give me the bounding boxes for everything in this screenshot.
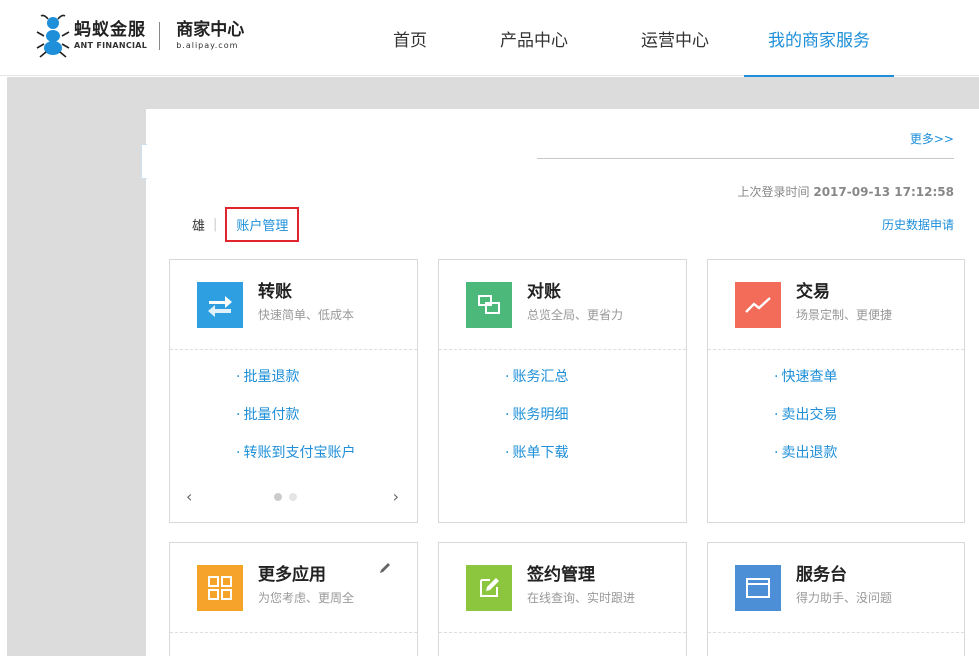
card-divider [439,632,686,633]
link-dot: · [774,369,779,385]
link-label: 卖出交易 [781,407,838,423]
logo-cn: 蚂蚁金服 [74,20,146,40]
link-batch-pay[interactable]: · 批量付款 [236,406,355,424]
card-service-desk: 服务台 得力助手、没问题 [707,542,965,656]
nav-home[interactable]: 首页 [390,0,430,76]
nav-product-center[interactable]: 产品中心 [494,0,574,76]
account-management-link[interactable]: 账户管理 [225,207,300,242]
user-row: 雄 | 账户管理 [192,207,300,242]
link-dot: · [774,445,779,461]
link-transfer-to-alipay[interactable]: · 转账到支付宝账户 [236,444,355,462]
link-sale-transactions[interactable]: · 卖出交易 [774,406,837,424]
card-title[interactable]: 签约管理 [527,565,635,585]
pencil-icon[interactable] [378,561,392,575]
nav-operation-center[interactable]: 运营中心 [635,0,715,76]
link-account-details[interactable]: · 账务明细 [505,406,568,424]
logo[interactable]: 蚂蚁金服 ANT FINANCIAL 商家中心 b.alipay.com [36,10,244,62]
card-subtitle: 快速简单、低成本 [258,308,355,322]
user-separator: | [213,217,218,232]
brand-cn: 商家中心 [176,20,245,40]
link-dot: · [236,407,241,423]
link-quick-order-query[interactable]: · 快速查单 [774,368,837,386]
history-data-request-link[interactable]: 历史数据申请 [882,216,954,233]
link-label: 账务明细 [512,407,569,423]
card-subtitle: 总览全局、更省力 [527,308,624,322]
contract-edit-icon[interactable] [466,565,512,611]
link-label: 账务汇总 [512,369,569,385]
trade-chart-icon[interactable] [735,282,781,328]
card-title[interactable]: 服务台 [796,565,892,585]
link-dot: · [774,407,779,423]
link-label: 卖出退款 [781,445,838,461]
more-link[interactable]: 更多>> [910,130,954,147]
user-name: 雄 [192,219,206,234]
side-tab-handle[interactable] [141,144,147,179]
card-pager: ‹ › [170,487,417,507]
card-title[interactable]: 转账 [258,282,354,302]
card-trade: 交易 场景定制、更便捷 · 快速查单 · 卖出交易 · 卖出退款 [707,259,965,523]
card-reconcile: 对账 总览全局、更省力 · 账务汇总 · 账务明细 · 账单下载 [438,259,687,523]
card-title[interactable]: 交易 [796,282,892,302]
last-login-time: 2017-09-13 17:12:58 [813,185,954,199]
link-account-summary[interactable]: · 账务汇总 [505,368,568,386]
link-bill-download[interactable]: · 账单下载 [505,444,568,462]
link-label: 转账到支付宝账户 [243,445,356,461]
link-label: 账单下载 [512,445,569,461]
card-title[interactable]: 对账 [527,282,623,302]
divider-line [537,158,954,159]
card-divider [708,349,964,350]
nav-my-merchant-service[interactable]: 我的商家服务 [744,0,894,77]
link-dot: · [505,369,510,385]
chevron-left-icon[interactable]: ‹ [186,487,192,506]
card-subtitle: 为您考虑、更周全 [258,591,355,605]
link-sale-refund[interactable]: · 卖出退款 [774,444,837,462]
link-label: 批量付款 [243,407,300,423]
brand-en: b.alipay.com [176,41,239,50]
last-login-label: 上次登录时间 [737,185,810,199]
link-label: 批量退款 [243,369,300,385]
link-label: 快速查单 [781,369,838,385]
link-dot: · [236,369,241,385]
left-edge [0,77,7,656]
card-subtitle: 场景定制、更便捷 [796,308,893,322]
logo-en: ANT FINANCIAL [74,41,148,50]
card-divider [170,632,417,633]
link-dot: · [505,445,510,461]
service-window-icon[interactable] [735,565,781,611]
chevron-right-icon[interactable]: › [393,487,399,506]
pager-dot[interactable] [289,493,297,501]
link-dot: · [505,407,510,423]
card-divider [170,349,417,350]
card-subtitle: 得力助手、没问题 [796,591,893,605]
card-title[interactable]: 更多应用 [258,565,354,585]
logo-divider [159,22,161,50]
card-divider [439,349,686,350]
link-dot: · [236,445,241,461]
reconcile-icon[interactable] [466,282,512,328]
last-login-info: 上次登录时间 2017-09-13 17:12:58 [738,183,954,200]
link-batch-refund[interactable]: · 批量退款 [236,368,355,386]
pager-dot-active[interactable] [274,493,282,501]
apps-grid-icon[interactable] [197,565,243,611]
top-header: 蚂蚁金服 ANT FINANCIAL 商家中心 b.alipay.com 首页 … [0,0,979,77]
transfer-icon[interactable] [197,282,243,328]
card-subtitle: 在线查询、实时跟进 [527,591,636,605]
card-transfer: 转账 快速简单、低成本 · 批量退款 · 批量付款 · 转账到支付宝账户 ‹ › [169,259,418,523]
ant-logo-icon [36,14,70,58]
card-contract: 签约管理 在线查询、实时跟进 [438,542,687,656]
card-divider [708,632,964,633]
card-more-apps: 更多应用 为您考虑、更周全 [169,542,418,656]
